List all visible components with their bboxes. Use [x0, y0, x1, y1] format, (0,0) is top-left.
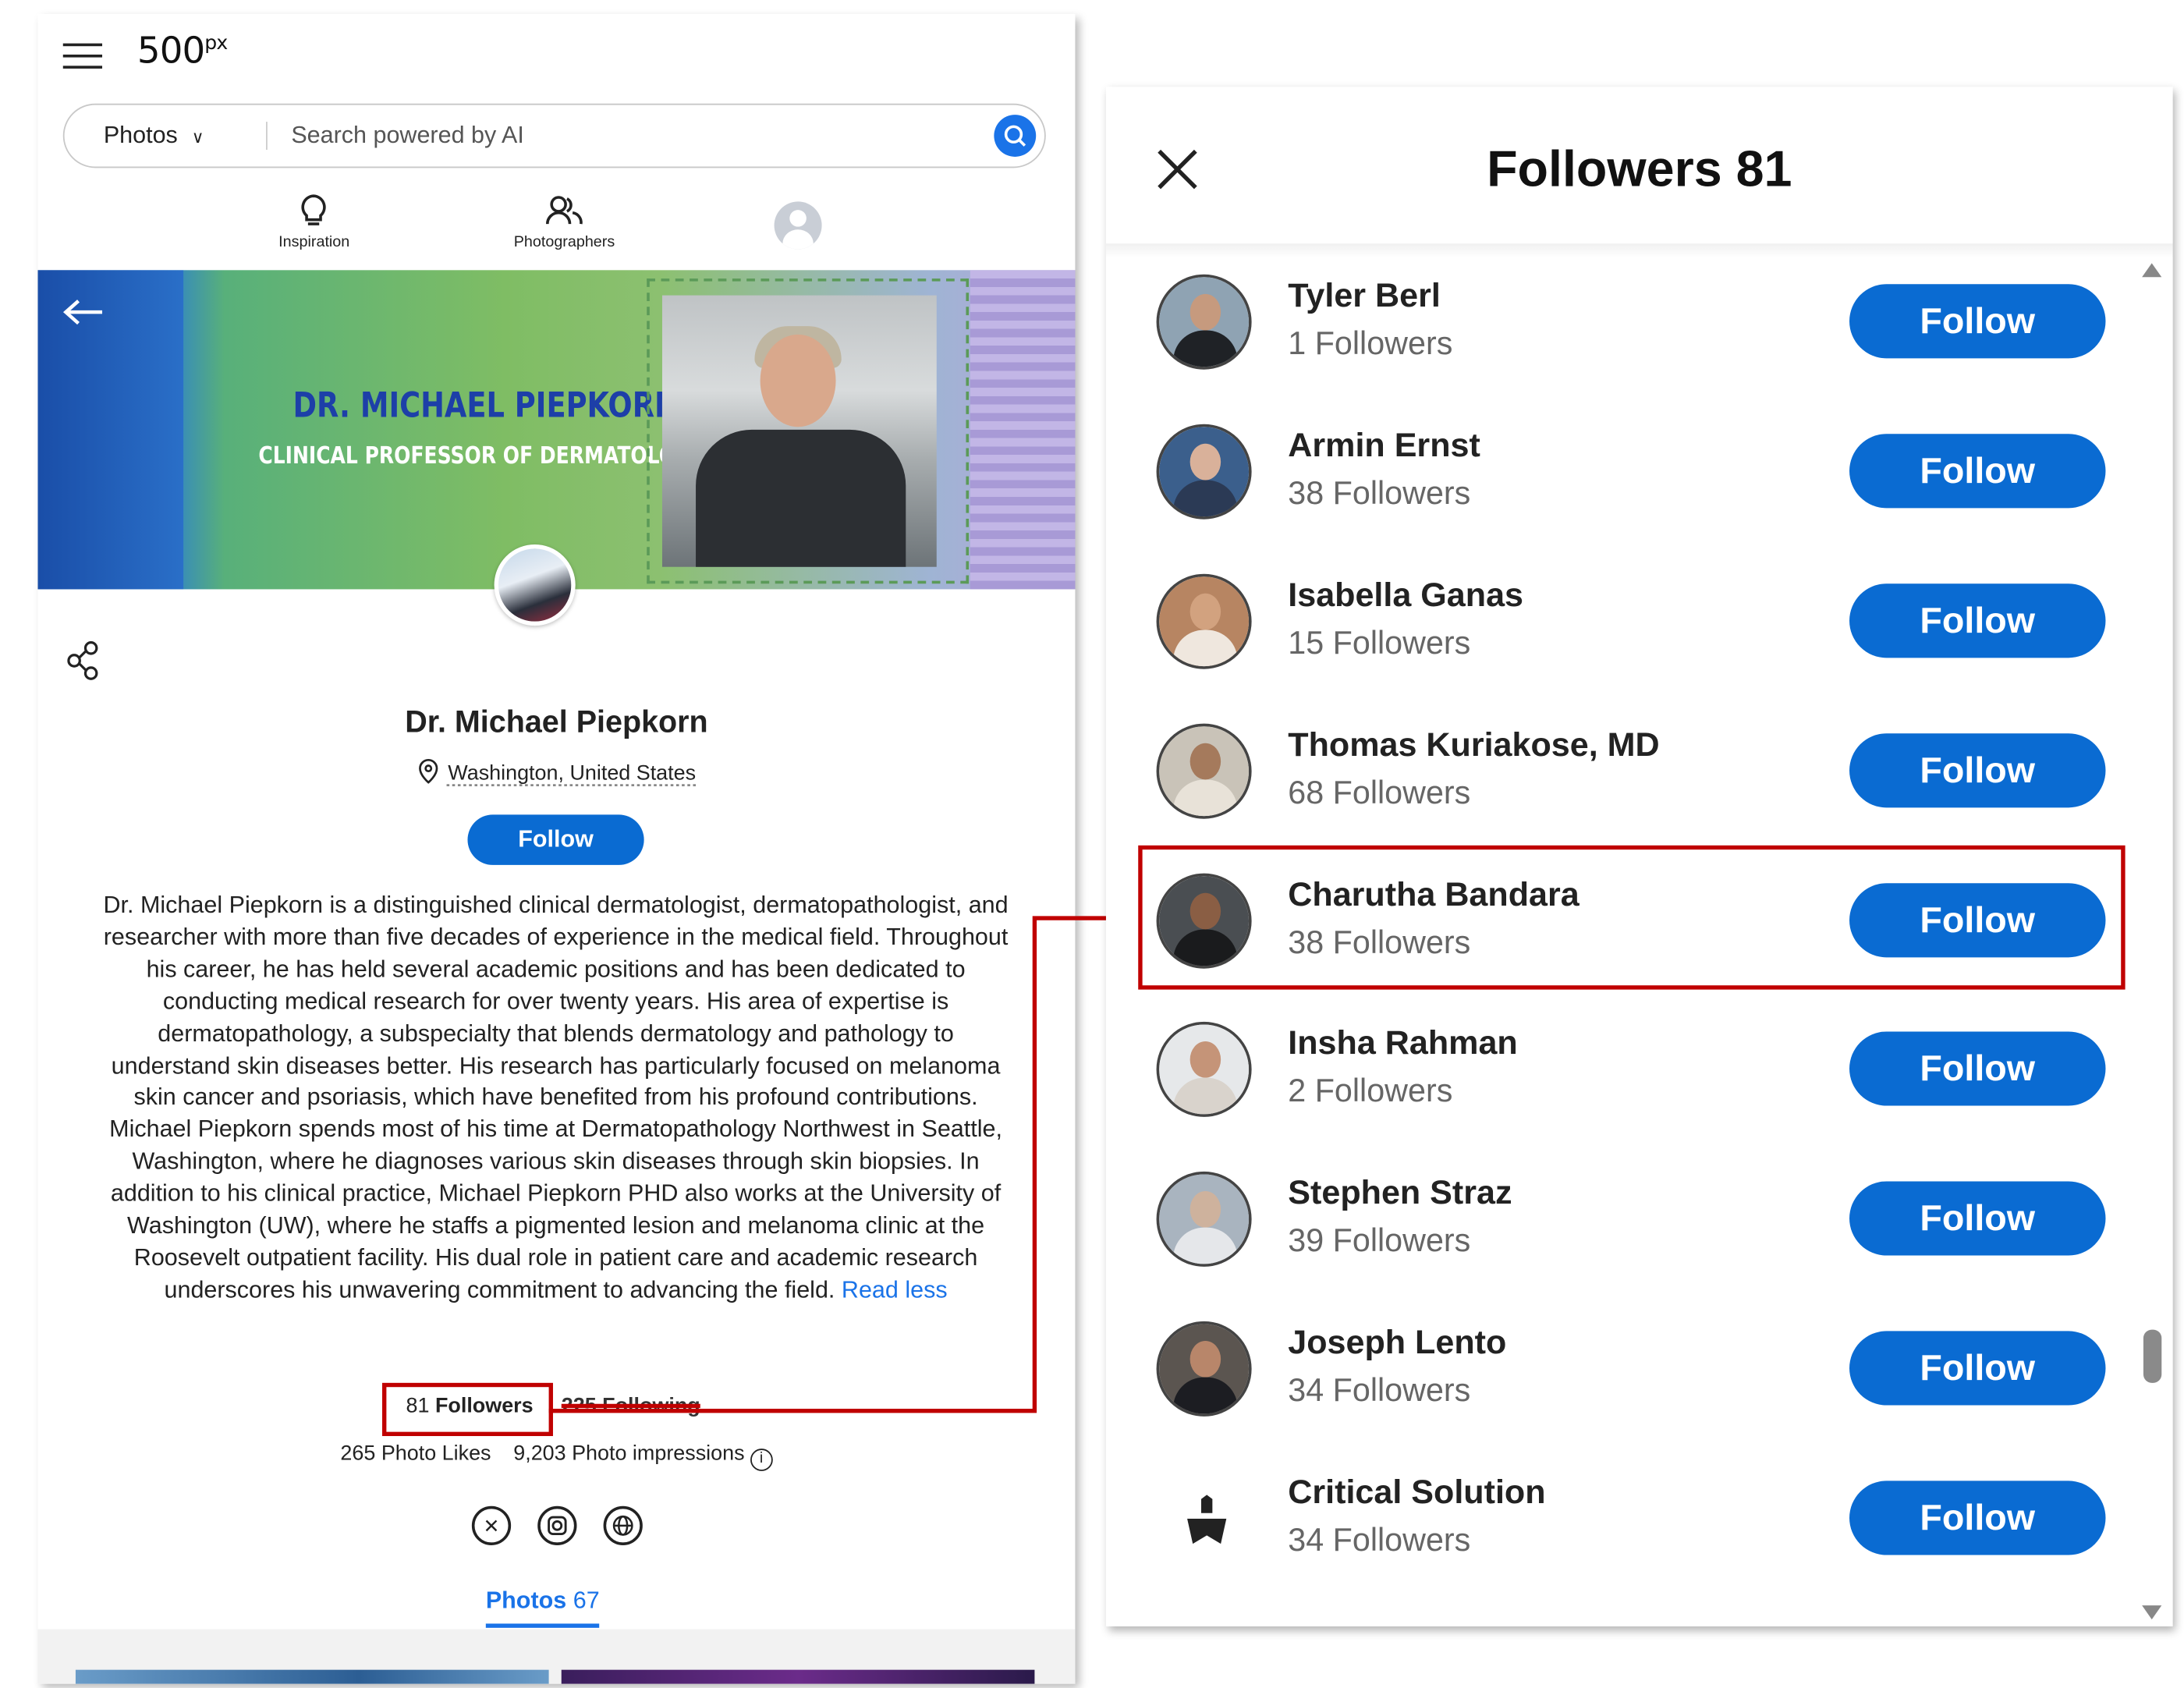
scroll-up-arrow[interactable]: [2142, 263, 2162, 278]
search-category-dropdown[interactable]: Photos ∨: [104, 122, 204, 150]
user-avatar[interactable]: [774, 201, 822, 250]
follower-name[interactable]: Stephen Straz: [1288, 1175, 1512, 1214]
nav-photographers[interactable]: Photographers: [513, 193, 615, 251]
avatar[interactable]: [1156, 1172, 1252, 1268]
bio-text: Dr. Michael Piepkorn is a distinguished …: [103, 892, 1009, 1303]
follow-button[interactable]: Follow: [1849, 1481, 2106, 1555]
follower-count: 39 Followers: [1288, 1222, 1471, 1259]
back-arrow-icon[interactable]: [62, 298, 105, 333]
follow-button[interactable]: Follow: [1849, 1182, 2106, 1257]
followers-highlight-box: [381, 1382, 553, 1437]
scroll-down-arrow[interactable]: [2142, 1605, 2162, 1620]
tab-photos-label: Photos: [485, 1587, 567, 1614]
search-input[interactable]: [291, 119, 949, 153]
avatar[interactable]: [1156, 1471, 1252, 1567]
photo-thumbnail[interactable]: [561, 1669, 1035, 1684]
x-twitter-icon[interactable]: ✕: [471, 1505, 512, 1545]
scrollbar-thumb[interactable]: [2143, 1329, 2162, 1383]
banner-lines: [970, 270, 1076, 590]
critical-solution-logo: [1187, 1495, 1227, 1544]
hamburger-icon[interactable]: [62, 43, 103, 69]
avatar[interactable]: [1156, 573, 1252, 669]
follower-name[interactable]: Armin Ernst: [1288, 427, 1480, 466]
list-item: Critical Solution 34 Followers Follow: [1106, 1449, 2173, 1598]
banner-subtitle: CLINICAL PROFESSOR OF DERMATOLOGY: [258, 442, 706, 470]
follow-button[interactable]: Follow: [1849, 1331, 2106, 1406]
follow-button[interactable]: Follow: [467, 814, 644, 865]
avatar[interactable]: [1156, 723, 1252, 819]
profile-location: Washington, United States: [37, 758, 1075, 785]
follower-name[interactable]: Isabella Ganas: [1288, 576, 1523, 615]
follow-button[interactable]: Follow: [1849, 1032, 2106, 1107]
globe-icon[interactable]: [603, 1505, 643, 1545]
avatar[interactable]: [1156, 1022, 1252, 1118]
avatar[interactable]: [1156, 274, 1252, 370]
avatar[interactable]: [1156, 424, 1252, 520]
follower-count: 68 Followers: [1288, 773, 1471, 810]
list-item: Stephen Straz 39 Followers Follow: [1106, 1150, 2173, 1300]
profile-banner: DR. MICHAEL PIEPKORN CLINICAL PROFESSOR …: [37, 270, 1076, 590]
profile-avatar[interactable]: [494, 544, 576, 626]
follower-count: 34 Followers: [1288, 1521, 1471, 1559]
list-item: Joseph Lento 34 Followers Follow: [1106, 1300, 2173, 1449]
search-divider: [266, 122, 268, 150]
photo-thumbnail[interactable]: [75, 1669, 549, 1684]
list-item: Tyler Berl 1 Followers Follow: [1106, 252, 2173, 402]
highlighted-follower-box: [1138, 845, 2126, 990]
photo-impressions: 9,203 Photo impressions: [513, 1442, 745, 1466]
composite-screenshot: 500px Photos∨ Inspiration Photographers …: [0, 0, 2184, 1688]
follower-name[interactable]: Joseph Lento: [1288, 1325, 1506, 1364]
photo-stats: 265 Photo Likes 9,203 Photo impressions i: [37, 1442, 1075, 1471]
social-links: ✕: [471, 1505, 643, 1548]
following-link[interactable]: 225 Following: [562, 1394, 700, 1418]
instagram-icon[interactable]: [537, 1505, 577, 1545]
follow-button[interactable]: Follow: [1849, 284, 2106, 359]
follower-count: 34 Followers: [1288, 1371, 1471, 1409]
list-item: Isabella Ganas 15 Followers Follow: [1106, 551, 2173, 701]
list-item: Thomas Kuriakose, MD 68 Followers Follow: [1106, 700, 2173, 850]
follower-name[interactable]: Thomas Kuriakose, MD: [1288, 726, 1659, 765]
follower-count: 2 Followers: [1288, 1073, 1453, 1109]
dialog-title: Followers 81: [1487, 140, 1792, 198]
follower-name[interactable]: Insha Rahman: [1288, 1025, 1517, 1064]
search-bar: Photos ∨: [62, 103, 1046, 168]
read-less-link[interactable]: Read less: [842, 1276, 948, 1303]
follower-count: 15 Followers: [1288, 623, 1471, 661]
photo-likes: 265 Photo Likes: [340, 1442, 491, 1466]
logo[interactable]: 500px: [137, 30, 228, 73]
location-pin-icon: [419, 758, 438, 784]
tab-photos-count: 67: [573, 1587, 600, 1614]
avatar[interactable]: [1156, 1321, 1252, 1417]
follower-count: 1 Followers: [1288, 324, 1453, 361]
lightbulb-icon: [302, 194, 327, 225]
location-text[interactable]: Washington, United States: [448, 761, 696, 785]
follower-name[interactable]: Critical Solution: [1288, 1474, 1545, 1513]
follow-button[interactable]: Follow: [1849, 583, 2106, 658]
chevron-down-icon: ∨: [191, 127, 204, 147]
nav-inspiration-label: Inspiration: [278, 233, 350, 251]
follow-stats: 81 Followers 225 Following: [37, 1394, 1075, 1427]
share-icon[interactable]: [66, 640, 102, 687]
profile-page: 500px Photos∨ Inspiration Photographers …: [37, 13, 1076, 1684]
profile-name: Dr. Michael Piepkorn: [405, 704, 708, 739]
banner-portrait-photo: [661, 295, 937, 567]
people-icon: [546, 196, 583, 225]
list-item: Insha Rahman 2 Followers Follow: [1106, 1000, 2173, 1150]
nav-inspiration[interactable]: Inspiration: [278, 193, 350, 251]
follow-button[interactable]: Follow: [1849, 732, 2106, 807]
list-item: Armin Ernst 38 Followers Follow: [1106, 402, 2173, 551]
search-icon[interactable]: [994, 115, 1037, 157]
nav-photographers-label: Photographers: [513, 233, 615, 251]
follow-button[interactable]: Follow: [1849, 434, 2106, 509]
banner-title: DR. MICHAEL PIEPKORN: [292, 385, 679, 426]
follower-count: 38 Followers: [1288, 474, 1471, 511]
banner-stripe: [37, 270, 184, 590]
profile-bio: Dr. Michael Piepkorn is a distinguished …: [102, 890, 1009, 1307]
info-icon[interactable]: i: [750, 1449, 773, 1471]
follower-name[interactable]: Tyler Berl: [1288, 277, 1441, 316]
tab-photos[interactable]: Photos 67: [485, 1587, 600, 1628]
